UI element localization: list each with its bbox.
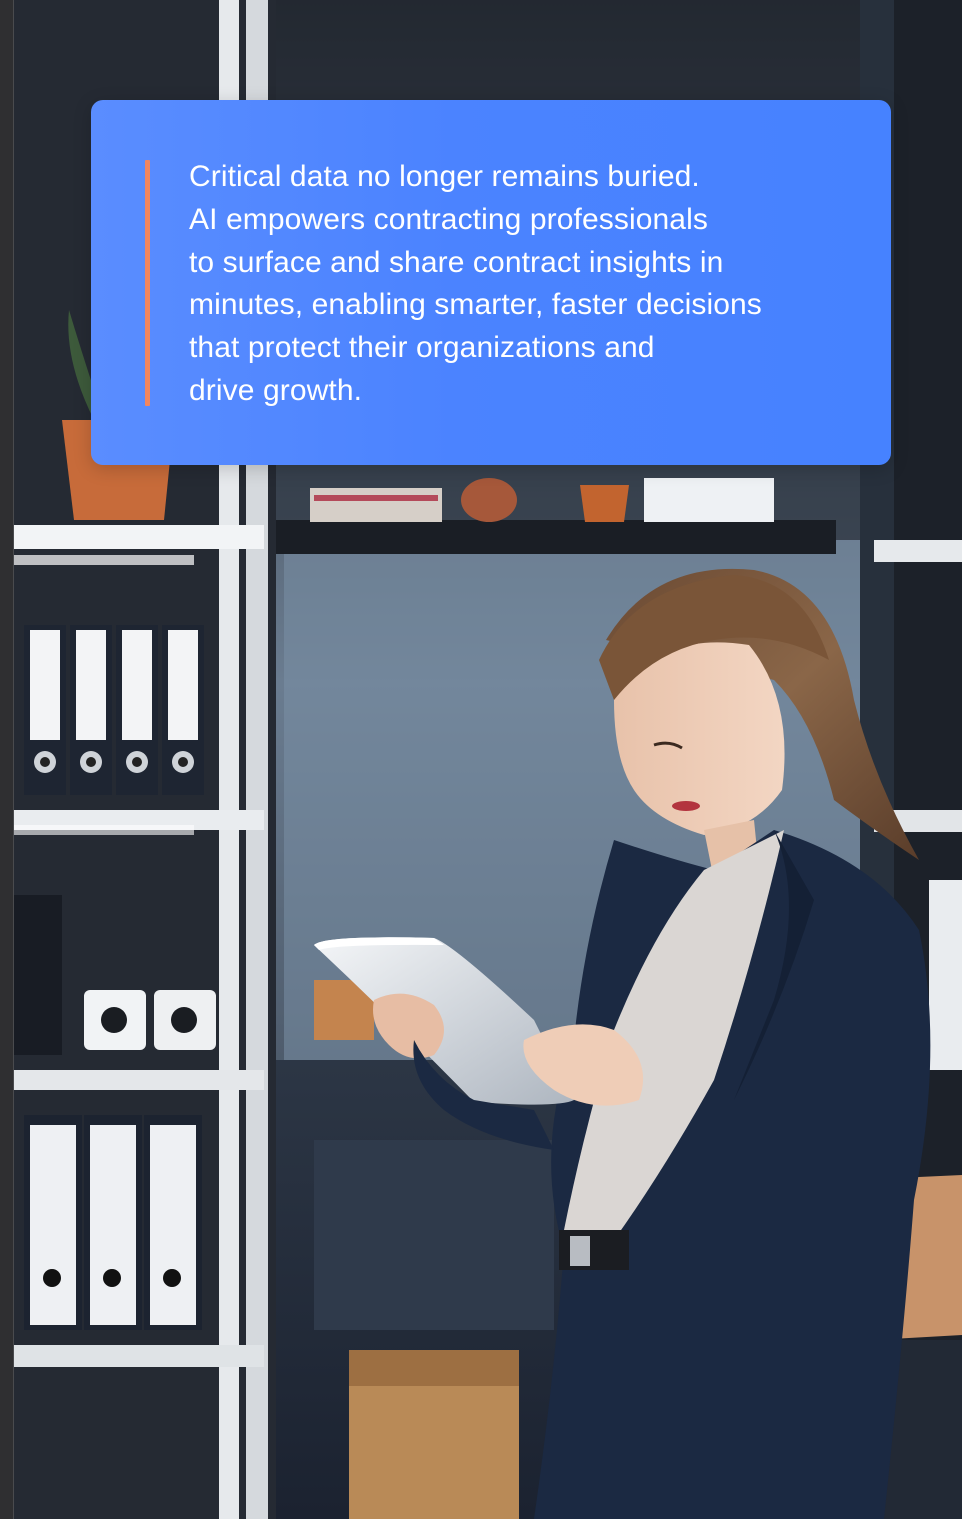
quote-accent-bar (145, 160, 150, 406)
quote-text: Critical data no longer remains buried. … (189, 156, 849, 413)
quote-line: to surface and share contract insights i… (189, 245, 724, 279)
quote-line: that protect their organizations and (189, 331, 655, 365)
quote-line: AI empowers contracting professionals (189, 202, 708, 236)
quote-card: Critical data no longer remains buried. … (91, 100, 891, 465)
quote-line: minutes, enabling smarter, faster decisi… (189, 288, 762, 322)
quote-line: drive growth. (189, 373, 363, 407)
left-edge-strip (0, 0, 14, 1519)
quote-line: Critical data no longer remains buried. (189, 160, 700, 193)
